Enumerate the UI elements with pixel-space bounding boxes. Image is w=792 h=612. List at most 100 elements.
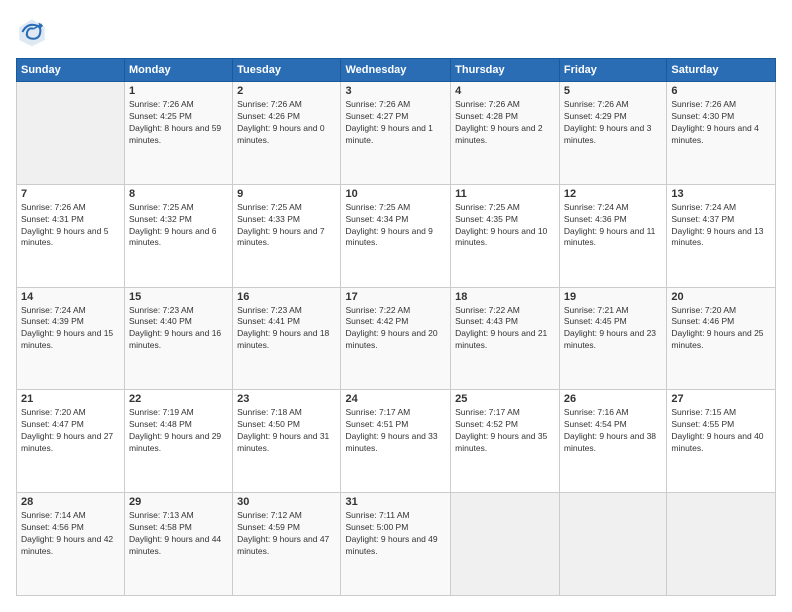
day-number: 7 — [21, 188, 120, 200]
calendar-cell: 26Sunrise: 7:16 AM Sunset: 4:54 PM Dayli… — [559, 390, 666, 493]
day-detail: Sunrise: 7:20 AM Sunset: 4:46 PM Dayligh… — [671, 305, 771, 353]
day-number: 23 — [237, 393, 336, 405]
calendar-week-3: 21 Sunrise: 7:20 AM Sunset: 4:47 PM Dayli… — [17, 390, 776, 493]
logo — [16, 16, 52, 48]
day-detail: Sunrise: 7:24 AM Sunset: 4:36 PM Dayligh… — [564, 202, 662, 250]
day-number: 16 — [237, 291, 336, 303]
calendar-cell: 30 Sunrise: 7:12 AM Sunset: 4:59 PM Dayli… — [233, 493, 341, 596]
calendar-cell: 2 Sunrise: 7:26 AM Sunset: 4:26 PM Daylig… — [233, 82, 341, 185]
day-detail: Sunrise: 7:21 AM Sunset: 4:45 PM Dayligh… — [564, 305, 662, 353]
header-day-friday: Friday — [559, 59, 666, 82]
day-number: 30 — [237, 496, 336, 508]
day-detail: Sunrise: 7:19 AM Sunset: 4:48 PM Dayligh… — [129, 407, 228, 455]
day-detail: Sunrise: 7:24 AM Sunset: 4:37 PM Dayligh… — [671, 202, 771, 250]
header-day-saturday: Saturday — [667, 59, 776, 82]
calendar-cell — [559, 493, 666, 596]
day-detail: Sunrise: 7:25 AM Sunset: 4:35 PM Dayligh… — [455, 202, 555, 250]
day-number: 8 — [129, 188, 228, 200]
day-number: 1 — [129, 85, 228, 97]
day-number: 28 — [21, 496, 120, 508]
calendar-week-4: 28Sunrise: 7:14 AM Sunset: 4:56 PM Dayli… — [17, 493, 776, 596]
calendar-cell: 16 Sunrise: 7:23 AM Sunset: 4:41 PM Dayli… — [233, 287, 341, 390]
day-number: 5 — [564, 85, 662, 97]
calendar-cell — [667, 493, 776, 596]
calendar-cell: 21 Sunrise: 7:20 AM Sunset: 4:47 PM Dayli… — [17, 390, 125, 493]
calendar-cell: 27Sunrise: 7:15 AM Sunset: 4:55 PM Dayli… — [667, 390, 776, 493]
day-number: 12 — [564, 188, 662, 200]
day-detail: Sunrise: 7:17 AM Sunset: 4:51 PM Dayligh… — [345, 407, 446, 455]
day-number: 10 — [345, 188, 446, 200]
logo-icon — [16, 16, 48, 48]
calendar-cell: 7 Sunrise: 7:26 AM Sunset: 4:31 PM Daylig… — [17, 184, 125, 287]
day-number: 17 — [345, 291, 446, 303]
day-detail: Sunrise: 7:26 AM Sunset: 4:31 PM Dayligh… — [21, 202, 120, 250]
calendar-week-0: 1Sunrise: 7:26 AM Sunset: 4:25 PM Daylig… — [17, 82, 776, 185]
calendar-cell: 31 Sunrise: 7:11 AM Sunset: 5:00 PM Dayli… — [341, 493, 451, 596]
day-detail: Sunrise: 7:24 AM Sunset: 4:39 PM Dayligh… — [21, 305, 120, 353]
day-detail: Sunrise: 7:26 AM Sunset: 4:29 PM Dayligh… — [564, 99, 662, 147]
calendar-week-2: 14 Sunrise: 7:24 AM Sunset: 4:39 PM Dayli… — [17, 287, 776, 390]
calendar-table: SundayMondayTuesdayWednesdayThursdayFrid… — [16, 58, 776, 596]
calendar-cell: 8 Sunrise: 7:25 AM Sunset: 4:32 PM Daylig… — [125, 184, 233, 287]
calendar-cell: 22 Sunrise: 7:19 AM Sunset: 4:48 PM Dayli… — [125, 390, 233, 493]
day-detail: Sunrise: 7:26 AM Sunset: 4:30 PM Dayligh… — [671, 99, 771, 147]
header-day-sunday: Sunday — [17, 59, 125, 82]
calendar-cell: 23 Sunrise: 7:18 AM Sunset: 4:50 PM Dayli… — [233, 390, 341, 493]
day-detail: Sunrise: 7:23 AM Sunset: 4:41 PM Dayligh… — [237, 305, 336, 353]
day-detail: Sunrise: 7:20 AM Sunset: 4:47 PM Dayligh… — [21, 407, 120, 455]
day-number: 6 — [671, 85, 771, 97]
day-number: 11 — [455, 188, 555, 200]
calendar-cell: 17 Sunrise: 7:22 AM Sunset: 4:42 PM Dayli… — [341, 287, 451, 390]
calendar-cell — [451, 493, 560, 596]
day-detail: Sunrise: 7:12 AM Sunset: 4:59 PM Dayligh… — [237, 510, 336, 558]
day-number: 31 — [345, 496, 446, 508]
day-number: 21 — [21, 393, 120, 405]
calendar-week-1: 7 Sunrise: 7:26 AM Sunset: 4:31 PM Daylig… — [17, 184, 776, 287]
calendar-cell: 12 Sunrise: 7:24 AM Sunset: 4:36 PM Dayli… — [559, 184, 666, 287]
calendar-cell: 10 Sunrise: 7:25 AM Sunset: 4:34 PM Dayli… — [341, 184, 451, 287]
calendar-cell: 9Sunrise: 7:25 AM Sunset: 4:33 PM Daylig… — [233, 184, 341, 287]
day-number: 13 — [671, 188, 771, 200]
header — [16, 16, 776, 48]
day-number: 2 — [237, 85, 336, 97]
day-number: 20 — [671, 291, 771, 303]
calendar-cell: 14 Sunrise: 7:24 AM Sunset: 4:39 PM Dayli… — [17, 287, 125, 390]
calendar-cell: 3 Sunrise: 7:26 AM Sunset: 4:27 PM Daylig… — [341, 82, 451, 185]
calendar-cell: 11 Sunrise: 7:25 AM Sunset: 4:35 PM Dayli… — [451, 184, 560, 287]
day-number: 22 — [129, 393, 228, 405]
calendar-cell: 29 Sunrise: 7:13 AM Sunset: 4:58 PM Dayli… — [125, 493, 233, 596]
day-detail: Sunrise: 7:13 AM Sunset: 4:58 PM Dayligh… — [129, 510, 228, 558]
day-number: 18 — [455, 291, 555, 303]
day-detail: Sunrise: 7:11 AM Sunset: 5:00 PM Dayligh… — [345, 510, 446, 558]
calendar-cell: 1Sunrise: 7:26 AM Sunset: 4:25 PM Daylig… — [125, 82, 233, 185]
day-number: 4 — [455, 85, 555, 97]
day-number: 26 — [564, 393, 662, 405]
calendar-cell: 15 Sunrise: 7:23 AM Sunset: 4:40 PM Dayli… — [125, 287, 233, 390]
day-number: 15 — [129, 291, 228, 303]
day-detail: Sunrise: 7:17 AM Sunset: 4:52 PM Dayligh… — [455, 407, 555, 455]
day-number: 14 — [21, 291, 120, 303]
day-number: 3 — [345, 85, 446, 97]
day-detail: Sunrise: 7:23 AM Sunset: 4:40 PM Dayligh… — [129, 305, 228, 353]
day-detail: Sunrise: 7:25 AM Sunset: 4:34 PM Dayligh… — [345, 202, 446, 250]
calendar-cell: 20 Sunrise: 7:20 AM Sunset: 4:46 PM Dayli… — [667, 287, 776, 390]
header-day-monday: Monday — [125, 59, 233, 82]
day-number: 25 — [455, 393, 555, 405]
calendar-cell: 5 Sunrise: 7:26 AM Sunset: 4:29 PM Daylig… — [559, 82, 666, 185]
calendar-cell: 13 Sunrise: 7:24 AM Sunset: 4:37 PM Dayli… — [667, 184, 776, 287]
day-detail: Sunrise: 7:26 AM Sunset: 4:26 PM Dayligh… — [237, 99, 336, 147]
day-number: 9 — [237, 188, 336, 200]
day-number: 24 — [345, 393, 446, 405]
day-detail: Sunrise: 7:26 AM Sunset: 4:27 PM Dayligh… — [345, 99, 446, 147]
day-number: 29 — [129, 496, 228, 508]
header-day-wednesday: Wednesday — [341, 59, 451, 82]
day-detail: Sunrise: 7:25 AM Sunset: 4:32 PM Dayligh… — [129, 202, 228, 250]
calendar-cell — [17, 82, 125, 185]
calendar-cell: 28Sunrise: 7:14 AM Sunset: 4:56 PM Dayli… — [17, 493, 125, 596]
day-number: 19 — [564, 291, 662, 303]
header-day-thursday: Thursday — [451, 59, 560, 82]
day-detail: Sunrise: 7:22 AM Sunset: 4:42 PM Dayligh… — [345, 305, 446, 353]
day-detail: Sunrise: 7:15 AM Sunset: 4:55 PM Dayligh… — [671, 407, 771, 455]
day-detail: Sunrise: 7:18 AM Sunset: 4:50 PM Dayligh… — [237, 407, 336, 455]
page: SundayMondayTuesdayWednesdayThursdayFrid… — [0, 0, 792, 612]
